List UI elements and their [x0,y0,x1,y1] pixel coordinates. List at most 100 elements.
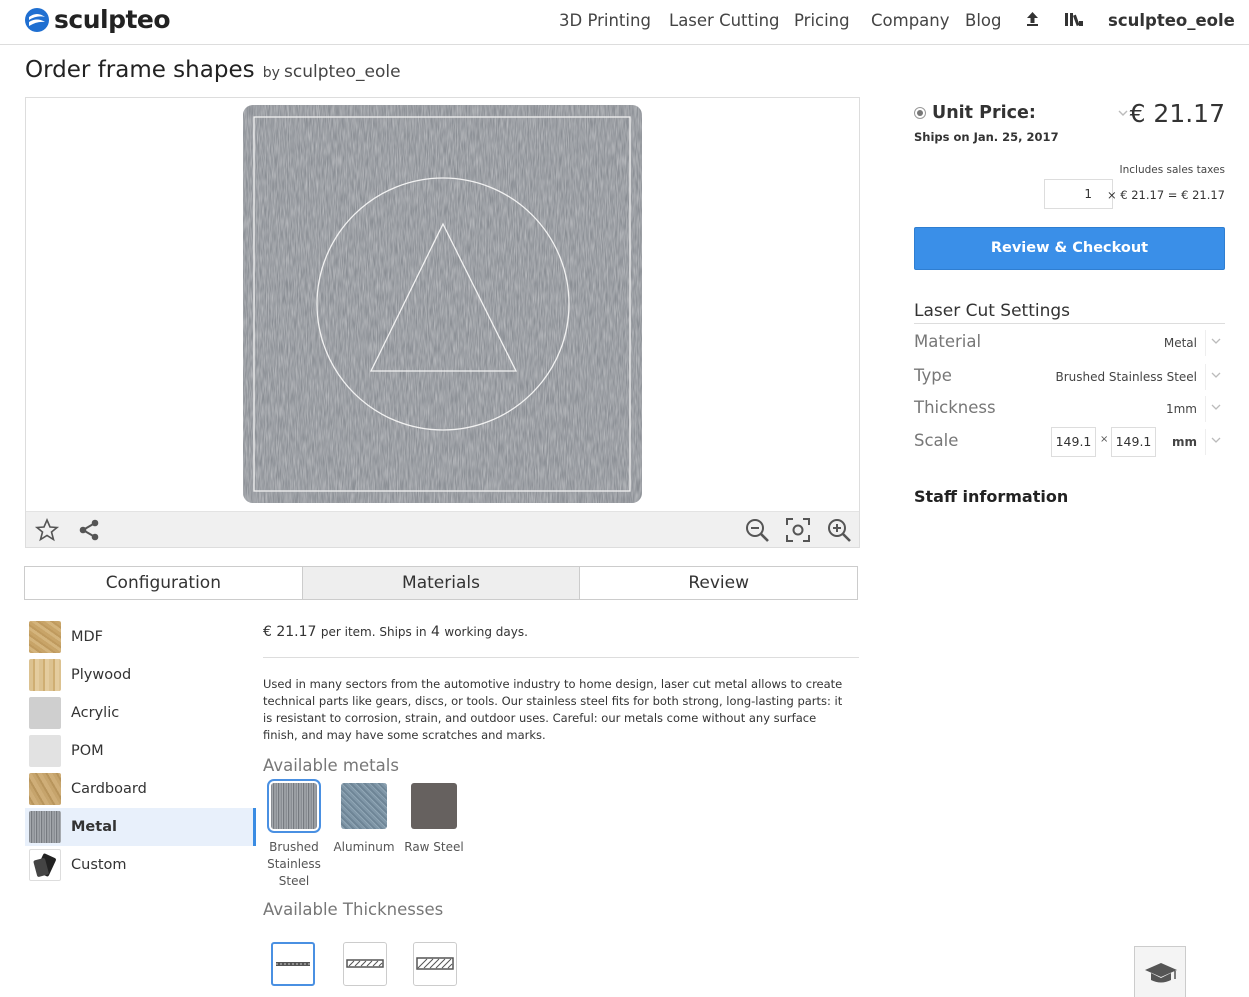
academy-help-button[interactable] [1134,946,1186,997]
sculpteo-logo[interactable]: sculpteo [24,5,171,34]
pom-swatch [29,735,61,767]
detail-divider [263,657,859,658]
design-preview-drawing [243,105,642,503]
laser-cut-settings-heading: Laser Cut Settings [914,301,1225,324]
unit-price-radio[interactable] [914,107,926,119]
setting-label: Type [914,366,952,385]
focus-icon[interactable] [785,517,811,543]
brushed-steel-swatch [267,779,321,833]
unit-price-label: Unit Price: [932,103,1036,123]
thickness-option-thick[interactable] [413,942,457,986]
metal-option-brushed-stainless-steel[interactable]: Brushed Stainless Steel [258,779,330,890]
setting-label: Scale [914,431,959,450]
medium-sheet-icon [346,959,384,968]
available-thicknesses-heading: Available Thicknesses [263,900,444,919]
thickness-option-medium[interactable] [343,942,387,986]
scale-separator: × [1100,434,1109,445]
material-label: Custom [71,857,127,873]
material-list: MDF Plywood Acrylic POM Cardboard Metal … [25,618,256,884]
chevron-down-icon[interactable] [1205,330,1225,356]
zoom-out-icon[interactable] [744,517,770,543]
thin-sheet-icon [276,962,310,966]
design-viewer[interactable] [25,97,860,548]
review-checkout-button[interactable]: Review & Checkout [914,227,1225,270]
total-calculation: × € 21.17 = € 21.17 [1106,188,1225,202]
material-select-value[interactable]: Metal [1164,336,1197,350]
design-title: Order frame shapes [25,57,255,83]
star-icon[interactable] [34,517,60,543]
order-tabs: Configuration Materials Review [24,566,858,600]
page-title: Order frame shapes by sculpteo_eole [25,57,401,83]
thickness-option-thin[interactable] [271,942,315,986]
metal-options: Brushed Stainless Steel Aluminum Raw Steel [263,775,859,893]
available-metals-heading: Available metals [263,756,399,775]
upload-icon[interactable] [1026,11,1039,31]
custom-material-icon [29,849,61,881]
material-label: Plywood [71,667,132,683]
design-owner[interactable]: sculpteo_eole [284,62,401,82]
nav-blog[interactable]: Blog [965,11,1001,30]
quantity-input[interactable]: 1 [1044,179,1113,209]
material-price: € 21.17 [263,624,317,640]
material-item-mdf[interactable]: MDF [25,618,256,656]
chevron-down-icon[interactable] [1205,429,1225,455]
material-item-plywood[interactable]: Plywood [25,656,256,694]
tab-materials[interactable]: Materials [302,567,581,599]
metal-option-raw-steel[interactable]: Raw Steel [398,783,470,856]
share-icon[interactable] [76,517,102,543]
library-icon[interactable] [1064,11,1084,31]
material-detail: € 21.17 per item. Ships in 4 working day… [263,624,859,919]
tab-configuration[interactable]: Configuration [25,567,303,599]
metal-option-label: Brushed Stainless Steel [267,840,321,888]
material-label: Metal [71,819,117,835]
graduation-cap-icon [1145,963,1177,983]
material-item-metal[interactable]: Metal [25,808,256,846]
material-label: POM [71,743,104,759]
material-item-custom[interactable]: Custom [25,846,256,884]
chevron-down-icon[interactable] [1205,364,1225,390]
setting-thickness: Thickness 1mm [914,394,1225,424]
material-label: MDF [71,629,104,645]
material-item-pom[interactable]: POM [25,732,256,770]
thickness-select-value[interactable]: 1mm [1166,402,1197,416]
material-label: Cardboard [71,781,147,797]
material-item-cardboard[interactable]: Cardboard [25,770,256,808]
design-preview[interactable] [243,105,642,503]
raw-steel-swatch [411,783,457,829]
plywood-swatch [29,659,61,691]
setting-material: Material Metal [914,328,1225,358]
nav-3d-printing[interactable]: 3D Printing [559,11,651,30]
tab-review[interactable]: Review [580,567,858,599]
user-menu[interactable]: sculpteo_eole [1108,11,1235,30]
type-select-value[interactable]: Brushed Stainless Steel [1055,370,1197,384]
sculpteo-logo-icon [25,7,49,32]
by-label: by [262,65,280,81]
scale-unit-select[interactable]: mm [1172,435,1197,449]
metal-swatch [29,811,61,843]
material-description: Used in many sectors from the automotive… [263,677,843,742]
material-item-acrylic[interactable]: Acrylic [25,694,256,732]
cardboard-swatch [29,773,61,805]
nav-company[interactable]: Company [871,11,950,30]
scale-y-input[interactable]: 149.1 [1111,427,1156,457]
working-days-text: working days. [444,625,528,639]
zoom-in-icon[interactable] [826,517,852,543]
staff-information-heading: Staff information [914,487,1069,506]
unit-price-option[interactable]: Unit Price: [914,103,1036,123]
scale-x-input[interactable]: 149.1 [1051,427,1096,457]
aluminum-swatch [341,783,387,829]
per-item-text: per item. Ships in [320,625,427,639]
chevron-down-icon[interactable] [1205,396,1225,422]
setting-type: Type Brushed Stainless Steel [914,362,1225,392]
nav-laser-cutting[interactable]: Laser Cutting [669,11,780,30]
material-label: Acrylic [71,705,120,721]
setting-label: Thickness [914,398,996,417]
setting-scale: Scale 149.1 × 149.1 mm [914,427,1225,457]
metal-option-aluminum[interactable]: Aluminum [328,783,400,856]
metal-option-label: Raw Steel [404,840,464,854]
nav-pricing[interactable]: Pricing [794,11,850,30]
tax-note: Includes sales taxes [1119,164,1226,176]
ship-date: Ships on Jan. 25, 2017 [914,130,1059,144]
setting-label: Material [914,332,982,351]
brand-name: sculpteo [54,5,171,34]
